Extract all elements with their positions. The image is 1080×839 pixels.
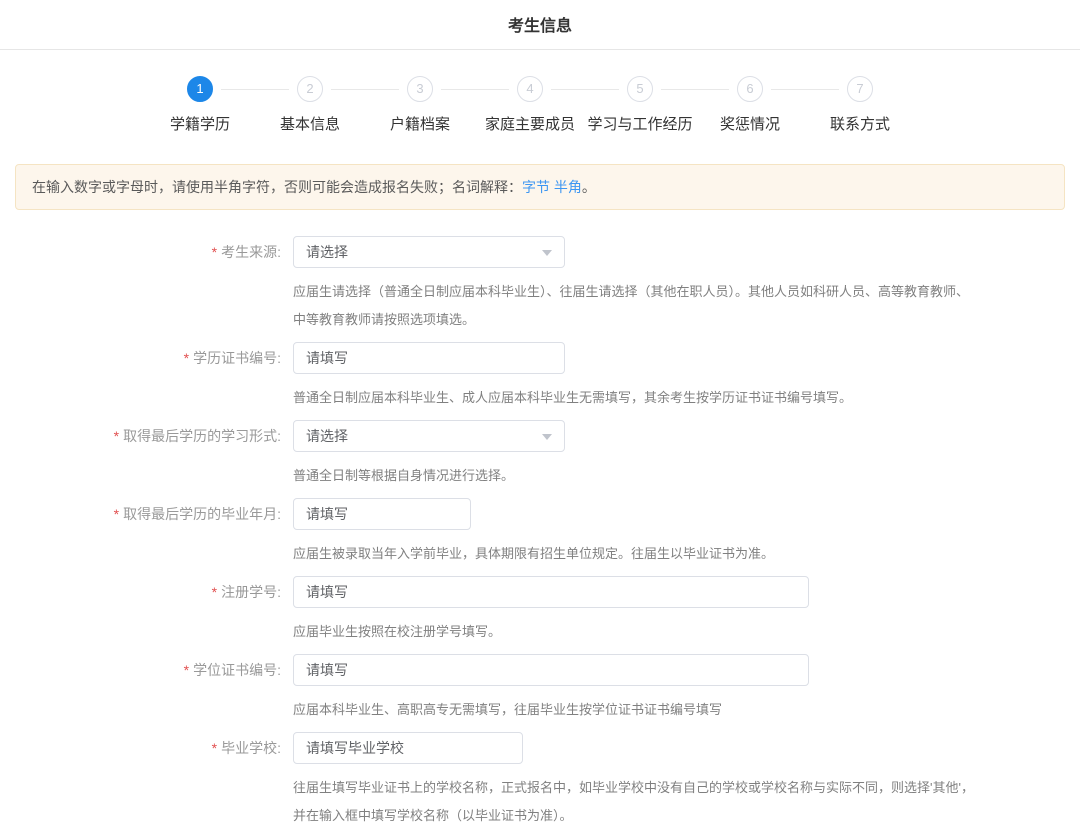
text-input-field[interactable] <box>293 576 809 608</box>
required-asterisk: * <box>212 740 217 756</box>
text-input-field[interactable] <box>293 732 523 764</box>
stepper-step-6[interactable]: 6 奖惩情况 <box>695 76 805 134</box>
stepper-step-1[interactable]: 1 学籍学历 <box>145 76 255 134</box>
step-number: 3 <box>416 81 423 96</box>
field-label: *考生来源: <box>0 236 281 334</box>
step-number-circle: 1 <box>187 76 213 102</box>
required-asterisk: * <box>212 244 217 260</box>
step-label: 基本信息 <box>255 113 365 134</box>
text-input-field[interactable] <box>293 342 565 374</box>
field-label: *取得最后学历的毕业年月: <box>0 498 281 568</box>
chevron-down-icon <box>542 250 552 256</box>
required-asterisk: * <box>212 584 217 600</box>
step-label: 学习与工作经历 <box>585 113 695 134</box>
field-label: *学历证书编号: <box>0 342 281 412</box>
notice-link-halfwidth[interactable]: 半角 <box>554 179 582 195</box>
required-asterisk: * <box>184 662 189 678</box>
step-number-circle: 7 <box>847 76 873 102</box>
field-help-text: 应届生被录取当年入学前毕业，具体期限有招生单位规定。往届生以毕业证书为准。 <box>293 540 975 568</box>
step-label: 家庭主要成员 <box>475 113 585 134</box>
select-field[interactable]: 请选择 <box>293 420 565 452</box>
page-header: 考生信息 <box>0 0 1080 50</box>
stepper: 1 学籍学历 2 基本信息 3 户籍档案 4 家庭主要成员 5 学习与工作经历 … <box>145 50 915 134</box>
stepper-step-7[interactable]: 7 联系方式 <box>805 76 915 134</box>
stepper-step-3[interactable]: 3 户籍档案 <box>365 76 475 134</box>
stepper-step-4[interactable]: 4 家庭主要成员 <box>475 76 585 134</box>
form-item: *学位证书编号: 应届本科毕业生、高职高专无需填写，往届毕业生按学位证书证书编号… <box>0 654 1080 724</box>
page-title: 考生信息 <box>0 12 1080 36</box>
notice-text: 在输入数字或字母时，请使用半角字符，否则可能会造成报名失败；名词解释： <box>32 179 522 195</box>
field-help-text: 往届生填写毕业证书上的学校名称，正式报名中，如毕业学校中没有自己的学校或学校名称… <box>293 774 975 830</box>
step-number: 4 <box>526 81 533 96</box>
step-label: 奖惩情况 <box>695 113 805 134</box>
form-item: *取得最后学历的毕业年月: 应届生被录取当年入学前毕业，具体期限有招生单位规定。… <box>0 498 1080 568</box>
step-number-circle: 5 <box>627 76 653 102</box>
field-label: *取得最后学历的学习形式: <box>0 420 281 490</box>
field-help-text: 应届毕业生按照在校注册学号填写。 <box>293 618 975 646</box>
notice-text-suffix: 。 <box>582 179 596 195</box>
text-input-field[interactable] <box>293 654 809 686</box>
stepper-step-5[interactable]: 5 学习与工作经历 <box>585 76 695 134</box>
notice-banner: 在输入数字或字母时，请使用半角字符，否则可能会造成报名失败；名词解释：字节 半角… <box>15 164 1065 210</box>
form-item: *考生来源: 请选择 应届生请选择（普通全日制应届本科毕业生）、往届生请选择（其… <box>0 236 1080 334</box>
text-input-field[interactable] <box>293 498 471 530</box>
form-item: *毕业学校: 往届生填写毕业证书上的学校名称，正式报名中，如毕业学校中没有自己的… <box>0 732 1080 830</box>
step-number: 1 <box>196 81 203 96</box>
chevron-down-icon <box>542 434 552 440</box>
step-number-circle: 6 <box>737 76 763 102</box>
required-asterisk: * <box>184 350 189 366</box>
field-help-text: 普通全日制应届本科毕业生、成人应届本科毕业生无需填写，其余考生按学历证书证书编号… <box>293 384 975 412</box>
field-help-text: 普通全日制等根据自身情况进行选择。 <box>293 462 975 490</box>
required-asterisk: * <box>114 428 119 444</box>
field-label: *注册学号: <box>0 576 281 646</box>
step-number: 6 <box>746 81 753 96</box>
step-number: 7 <box>856 81 863 96</box>
notice-link-byte[interactable]: 字节 <box>522 179 550 195</box>
form-item: *注册学号: 应届毕业生按照在校注册学号填写。 <box>0 576 1080 646</box>
field-help-text: 应届本科毕业生、高职高专无需填写，往届毕业生按学位证书证书编号填写 <box>293 696 975 724</box>
step-number-circle: 3 <box>407 76 433 102</box>
field-help-text: 应届生请选择（普通全日制应届本科毕业生）、往届生请选择（其他在职人员）。其他人员… <box>293 278 975 334</box>
field-label: *学位证书编号: <box>0 654 281 724</box>
step-number-circle: 2 <box>297 76 323 102</box>
step-label: 联系方式 <box>805 113 915 134</box>
step-label: 户籍档案 <box>365 113 475 134</box>
step-number: 2 <box>306 81 313 96</box>
step-label: 学籍学历 <box>145 113 255 134</box>
candidate-info-form: *考生来源: 请选择 应届生请选择（普通全日制应届本科毕业生）、往届生请选择（其… <box>0 236 1080 829</box>
form-item: *取得最后学历的学习形式: 请选择 普通全日制等根据自身情况进行选择。 <box>0 420 1080 490</box>
step-number: 5 <box>636 81 643 96</box>
step-number-circle: 4 <box>517 76 543 102</box>
select-field[interactable]: 请选择 <box>293 236 565 268</box>
field-label: *毕业学校: <box>0 732 281 830</box>
form-item: *学历证书编号: 普通全日制应届本科毕业生、成人应届本科毕业生无需填写，其余考生… <box>0 342 1080 412</box>
required-asterisk: * <box>114 506 119 522</box>
stepper-step-2[interactable]: 2 基本信息 <box>255 76 365 134</box>
